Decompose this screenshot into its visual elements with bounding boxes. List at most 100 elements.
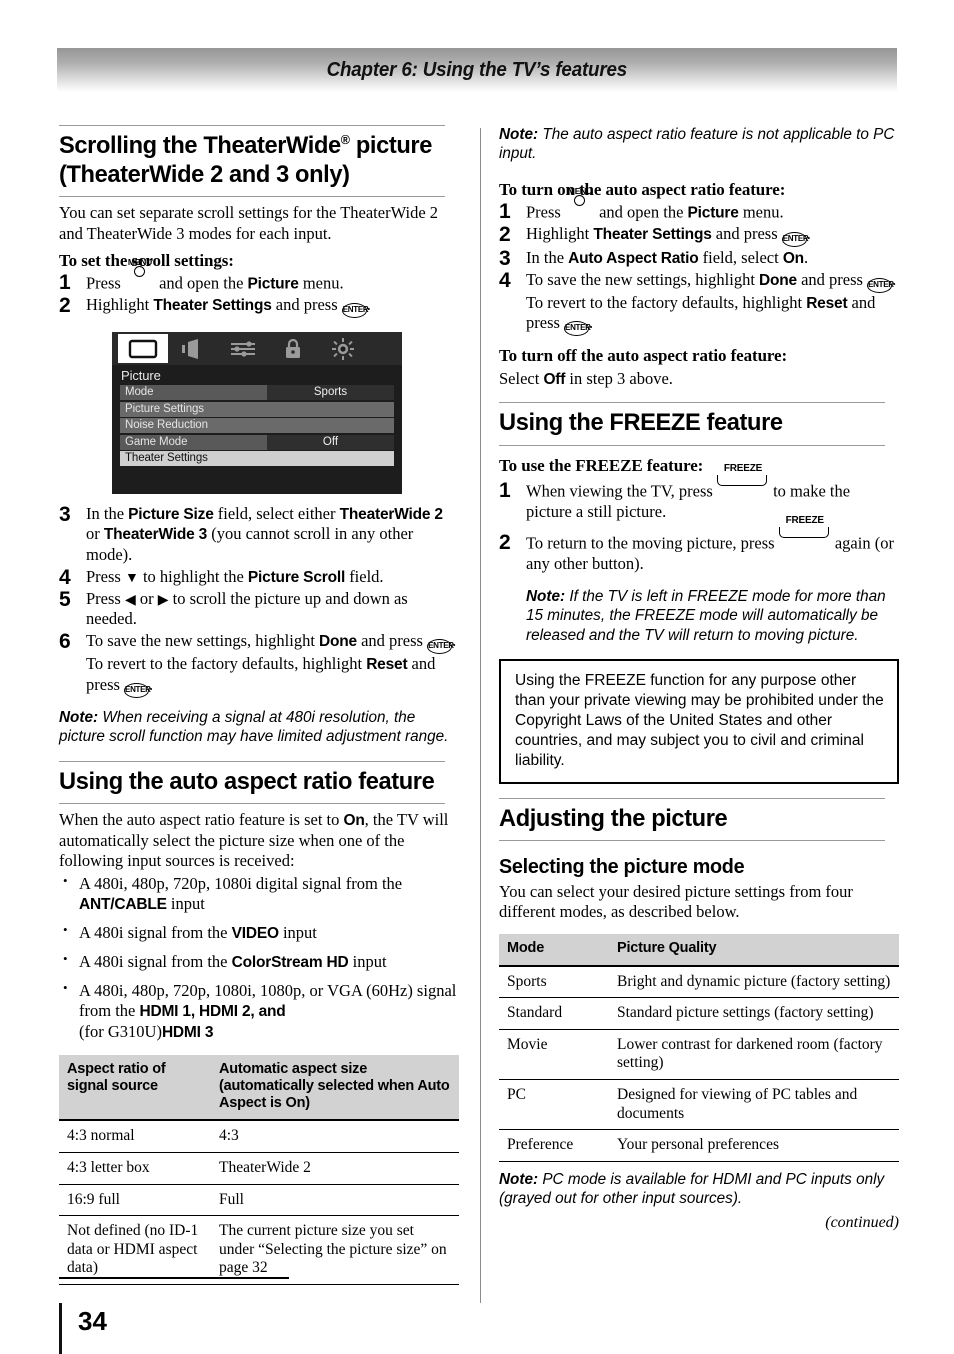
list-item: A 480i, 480p, 720p, 1080i digital signal…	[59, 873, 459, 915]
enter-button-icon: ENTER	[781, 231, 809, 247]
step-3: 3 In the Auto Aspect Ratio field, select…	[499, 247, 899, 270]
enter-button-icon: ENTER	[564, 321, 591, 337]
enter-button-icon: ENTER	[427, 639, 454, 655]
step-text-post: and open the	[599, 202, 688, 222]
cell-quality: Your personal preferences	[609, 1129, 899, 1162]
step-number: 2	[59, 294, 71, 317]
continued-marker: (continued)	[825, 1214, 899, 1232]
scroll-steps-list-1: 1 Press MENU and open the Picture menu. …	[59, 257, 459, 318]
note-label: Note:	[499, 126, 539, 143]
osd-row-noise-reduction[interactable]: Noise Reduction	[120, 418, 394, 433]
menu-button-icon: MENU	[565, 186, 595, 218]
heading-line1-tail: picture	[349, 132, 433, 160]
step-5: 5 Press ◀ or ▶ to scroll the picture up …	[59, 588, 459, 631]
note-text: PC mode is available for HDMI and PC inp…	[499, 1170, 885, 1207]
step-text-pre: Highlight	[86, 295, 154, 314]
table-row: 4:3 letter box TheaterWide 2	[59, 1152, 459, 1185]
step-2: 2 To return to the moving picture, press…	[499, 515, 899, 575]
note-480i-scroll: Note: When receiving a signal at 480i re…	[59, 708, 459, 747]
column-header-aspect-source: Aspect ratio of signal source	[59, 1055, 211, 1122]
bullet-text-a: A 480i signal from the	[79, 952, 232, 972]
heading-scrolling-theaterwide: Scrolling the TheaterWide® picture (Thea…	[59, 125, 445, 198]
osd-row-label: Noise Reduction	[125, 419, 208, 431]
step-text-a: To save the new settings, highlight	[526, 269, 760, 289]
lock-icon	[268, 334, 318, 363]
scroll-intro-paragraph: You can set separate scroll settings for…	[59, 203, 439, 243]
osd-row-label: Mode	[120, 385, 267, 400]
step-3: 3 In the Picture Size field, select eith…	[59, 503, 459, 566]
picture-icon	[118, 334, 168, 363]
cell-source: Not defined (no ID-1 data or HDMI aspect…	[59, 1215, 211, 1285]
osd-row-picture-settings[interactable]: Picture Settings	[120, 401, 394, 417]
cell-source: 16:9 full	[59, 1184, 211, 1217]
step-number: 2	[499, 222, 511, 246]
cell-mode: Standard	[499, 997, 609, 1030]
osd-menu-title: Picture	[121, 368, 161, 383]
menu-button-icon: MENU	[125, 257, 155, 289]
column-divider	[480, 128, 481, 1303]
bullet-text-d: (for G310U)	[79, 1022, 162, 1042]
step-text-pre: Press	[86, 273, 121, 293]
step-text-post: and press	[271, 295, 342, 314]
bold-theater-settings: Theater Settings	[153, 297, 272, 314]
bold-video: VIDEO	[231, 925, 279, 943]
note-text: When receiving a signal at 480i resoluti…	[59, 708, 449, 746]
bold-colorstream-hd: ColorStream HD	[231, 954, 349, 972]
step-text-b: and press	[356, 631, 428, 651]
step-number: 4	[499, 268, 511, 292]
freeze-button-icon: FREEZE	[716, 463, 769, 497]
step-6: 6 To save the new settings, highlight Do…	[59, 630, 459, 698]
arrow-right-icon: ▶	[157, 592, 169, 608]
step-2: 2 Highlight Theater Settings and press E…	[59, 294, 459, 318]
bold-reset: Reset	[366, 656, 408, 674]
step-text-a: Press	[86, 588, 125, 608]
column-header-mode: Mode	[499, 934, 609, 967]
cell-mode: PC	[499, 1079, 609, 1131]
cell-mode: Preference	[499, 1129, 609, 1162]
copyright-warning-box: Using the FREEZE function for any purpos…	[499, 658, 899, 784]
table-row: Preference Your personal preferences	[499, 1129, 899, 1162]
bold-theater-settings: Theater Settings	[593, 225, 712, 243]
osd-row-label: Picture Settings	[125, 402, 204, 415]
heading-line1-text: Scrolling the TheaterWide	[59, 132, 341, 160]
step-text-a: In the	[526, 247, 569, 267]
osd-row-mode[interactable]: Mode Sports	[120, 385, 394, 400]
step-text-c: field.	[345, 566, 384, 586]
osd-row-theater-settings[interactable]: Theater Settings	[120, 451, 394, 466]
bold-hdmi-1-2: HDMI 1, HDMI 2, and	[139, 1003, 286, 1021]
bold-picture-size: Picture Size	[128, 505, 214, 523]
cell-quality: Bright and dynamic picture (factory sett…	[609, 965, 899, 999]
enter-button-icon: ENTER	[867, 277, 894, 293]
step-text-a: Press	[86, 566, 125, 586]
bullet-text-c: input	[278, 923, 317, 943]
bold-theaterwide-2: TheaterWide 2	[339, 505, 443, 523]
registered-mark-icon: ®	[340, 132, 350, 147]
arrow-down-icon: ▼	[124, 570, 139, 586]
step-number: 2	[499, 531, 511, 554]
step-text-b: field, select either	[213, 503, 340, 523]
auto-aspect-intro: When the auto aspect ratio feature is se…	[59, 810, 459, 871]
tv-osd-menu-screenshot: Picture Mode Sports Picture Settings Noi…	[112, 332, 402, 494]
list-item: A 480i signal from the ColorStream HD in…	[59, 951, 459, 973]
step-text-a: To save the new settings, highlight	[86, 631, 320, 651]
table-row: PC Designed for viewing of PC tables and…	[499, 1079, 899, 1131]
step-number: 1	[499, 478, 511, 502]
step-number: 6	[59, 630, 71, 654]
warning-text: Using the FREEZE function for any purpos…	[515, 671, 884, 770]
setup-gear-icon	[318, 334, 368, 363]
bold-done: Done	[319, 633, 357, 651]
osd-row-game-mode[interactable]: Game Mode Off	[120, 434, 394, 450]
bold-theaterwide-3: TheaterWide 3	[103, 526, 208, 544]
step-text-pre: Highlight	[526, 223, 594, 243]
note-pc-input: Note: The auto aspect ratio feature is n…	[499, 125, 899, 164]
note-label: Note:	[526, 588, 566, 606]
step-text-a: When viewing the TV, press	[526, 481, 717, 501]
arrow-left-icon: ◀	[124, 592, 136, 608]
heading-adjusting-picture: Adjusting the picture	[499, 797, 885, 842]
bold-on: On	[782, 249, 804, 267]
osd-row-label: Game Mode	[120, 434, 267, 450]
heading-freeze-feature: Using the FREEZE feature	[499, 402, 885, 446]
turn-off-text-b: in step 3 above.	[565, 369, 673, 389]
cell-mode: Movie	[499, 1029, 609, 1080]
proc-heading-turn-on-auto-aspect: To turn on the auto aspect ratio feature…	[499, 179, 786, 199]
